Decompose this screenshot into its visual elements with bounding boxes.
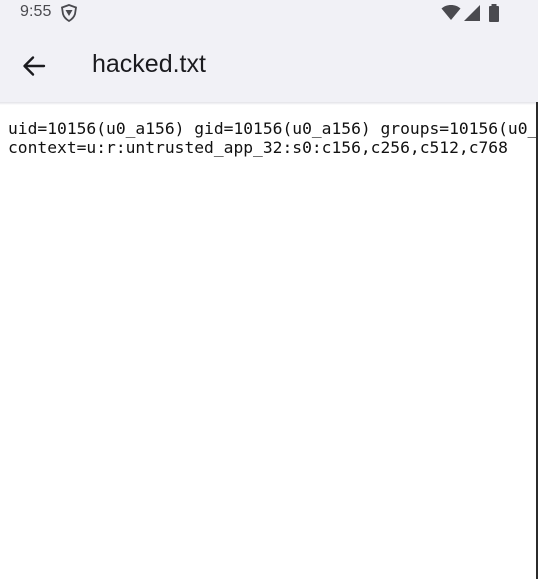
wifi-icon: [441, 5, 461, 20]
app-bar: hacked.txt: [0, 28, 538, 102]
shield-icon: [60, 4, 78, 22]
file-line: context=u:r:untrusted_app_32:s0:c156,c25…: [8, 138, 508, 157]
page-title: hacked.txt: [92, 50, 206, 78]
battery-icon: [489, 4, 499, 22]
status-bar: 9:55: [0, 0, 538, 28]
cell-signal-icon: [464, 5, 480, 21]
file-text: uid=10156(u0_a156) gid=10156(u0_a156) gr…: [8, 119, 536, 157]
top-bar: 9:55 hacked.txt: [0, 0, 538, 102]
arrow-back-icon[interactable]: [20, 52, 48, 80]
file-content-area[interactable]: uid=10156(u0_a156) gid=10156(u0_a156) gr…: [0, 105, 536, 579]
file-line: uid=10156(u0_a156) gid=10156(u0_a156) gr…: [8, 119, 536, 138]
status-time: 9:55: [20, 3, 52, 20]
